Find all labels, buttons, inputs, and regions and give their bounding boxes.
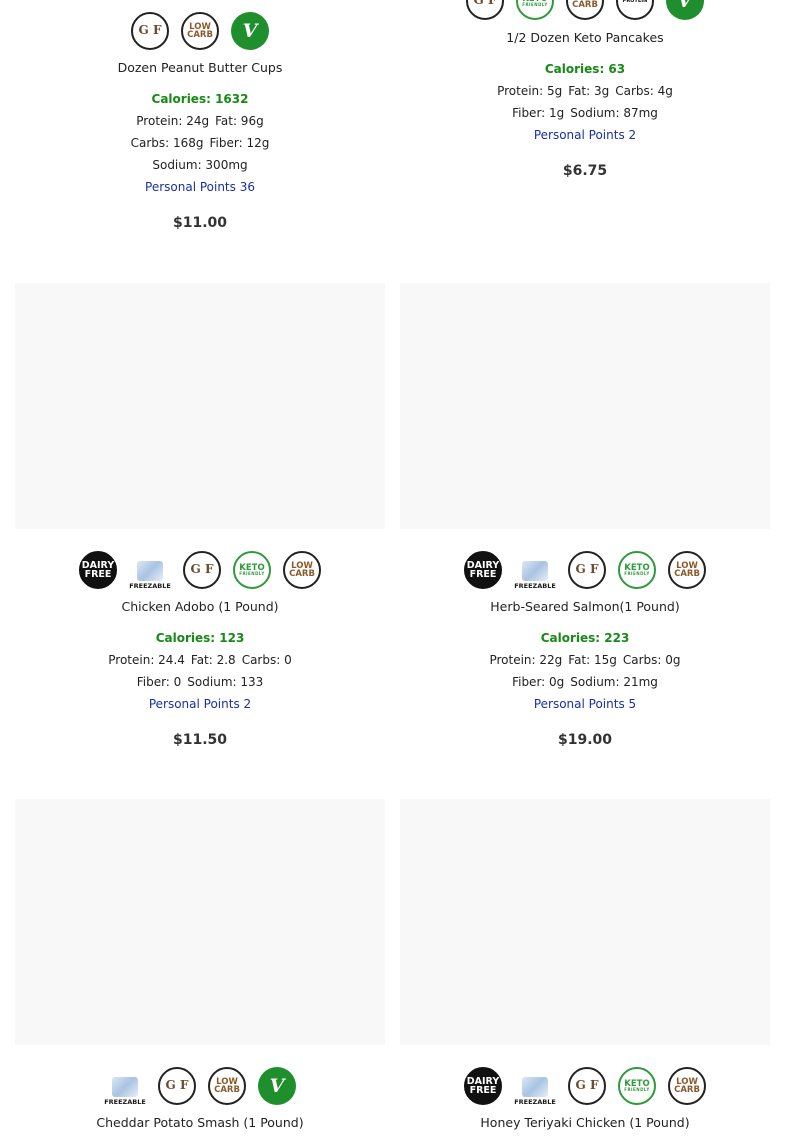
product-name[interactable]: Herb-Seared Salmon(1 Pound) xyxy=(400,599,770,615)
nutrient: Sodium: 87mg xyxy=(570,106,658,120)
nutrient: Protein: 5g xyxy=(497,84,563,98)
nutrient: Protein: 22g xyxy=(489,653,563,667)
nutrient: Fiber: 0g xyxy=(512,675,565,689)
product-image[interactable] xyxy=(15,799,385,1045)
gluten-free-icon: G F xyxy=(568,1067,606,1105)
freezable-icon: FREEZABLE xyxy=(104,1067,146,1105)
calories-text: Calories: 223 xyxy=(540,631,630,645)
nutrient: Fiber: 0 xyxy=(136,675,182,689)
nutrition-line: Fiber: 0g Sodium: 21mg xyxy=(400,674,770,696)
diet-badges: DAIRY FREE FREEZABLE G F KETO FRIENDLY LOW CARB xyxy=(15,551,385,589)
low-carb-icon: LOWCARB xyxy=(208,1067,246,1105)
gluten-free-icon: G F xyxy=(158,1067,196,1105)
nutrient: Protein: 24g xyxy=(136,114,210,128)
keto-friendly-icon: KETOFRIENDLY xyxy=(233,551,271,589)
personal-points: Personal Points 5 xyxy=(533,697,637,711)
calories-text: Calories: 1632 xyxy=(151,92,249,106)
dairy-free-icon: DAIRY FREE xyxy=(79,551,117,589)
low-carb-icon: LOWCARB xyxy=(181,12,219,50)
nutrition-line: Protein: 5g Fat: 3g Carbs: 4g xyxy=(400,83,770,105)
product-card[interactable]: FREEZABLE G F LOW CARB V Cheddar Potato Smas… xyxy=(15,799,385,1146)
nutrient: Carbs: 0g xyxy=(622,653,681,667)
diet-badges: G F KETOFRIENDLY LOWCARB PROTEIN V xyxy=(400,0,770,20)
product-name[interactable]: 1/2 Dozen Keto Pancakes xyxy=(400,30,770,46)
price: $11.00 xyxy=(172,215,228,231)
product-card[interactable]: G F LOW CARB V Dozen Peanut Butter Cups Cal… xyxy=(15,12,385,233)
nutrient: Protein: 24.4 xyxy=(108,653,185,667)
nutrient: Fiber: 1g xyxy=(512,106,565,120)
nutrient: Fat: 2.8 xyxy=(190,653,236,667)
nutrition-line: Sodium: 300mg xyxy=(15,157,385,179)
product-card[interactable]: DAIRY FREE FREEZABLE G F KETO FRIENDLY LOW CARB… xyxy=(400,283,770,750)
product-image[interactable] xyxy=(15,283,385,529)
freezable-icon: FREEZABLE xyxy=(129,551,171,589)
nutrient: Sodium: 21mg xyxy=(570,675,658,689)
nutrient: Carbs: 4g xyxy=(615,84,673,98)
dairy-free-icon: DAIRY FREE xyxy=(464,551,502,589)
nutrient: Carbs: 168g xyxy=(130,136,204,150)
nutrient: Fat: 96g xyxy=(215,114,264,128)
keto-friendly-icon: KETOFRIENDLY xyxy=(516,0,554,20)
nutrition-line: Protein: 22g Fat: 15g Carbs: 0g xyxy=(400,652,770,674)
freezable-icon: FREEZABLE xyxy=(514,551,556,589)
price: $11.50 xyxy=(172,732,228,748)
price: $19.00 xyxy=(557,732,613,748)
dairy-free-icon: DAIRY FREE xyxy=(464,1067,502,1105)
nutrition-line: Fiber: 1g Sodium: 87mg xyxy=(400,105,770,127)
nutrition-line: Protein: 24g Fat: 96g xyxy=(15,113,385,135)
vegan-icon: V xyxy=(666,0,704,20)
product-image[interactable] xyxy=(400,799,770,1045)
calories-text: Calories: 63 xyxy=(544,62,626,76)
product-name[interactable]: Chicken Adobo (1 Pound) xyxy=(15,599,385,615)
product-grid: G F LOW CARB V Dozen Peanut Butter Cups Cal… xyxy=(0,0,785,1146)
diet-badges: G F LOW CARB V xyxy=(15,12,385,50)
nutrition-line: Fiber: 0 Sodium: 133 xyxy=(15,674,385,696)
product-name[interactable]: Dozen Peanut Butter Cups xyxy=(15,60,385,76)
nutrient: Sodium: 133 xyxy=(187,675,264,689)
nutrient: Fat: 3g xyxy=(568,84,610,98)
nutrition-line: Carbs: 168g Fiber: 12g xyxy=(15,135,385,157)
personal-points: Personal Points 2 xyxy=(533,128,637,142)
nutrition-line: Protein: 24.4 Fat: 2.8 Carbs: 0 xyxy=(15,652,385,674)
nutrient: Sodium: 300mg xyxy=(152,158,248,172)
high-protein-icon: PROTEIN xyxy=(616,0,654,20)
low-carb-icon: LOWCARB xyxy=(283,551,321,589)
nutrient: Fat: 15g xyxy=(568,653,617,667)
gluten-free-icon: G F xyxy=(183,551,221,589)
diet-badges: DAIRY FREE FREEZABLE G F KETO FRIENDLY LOW CARB xyxy=(400,551,770,589)
price: $6.75 xyxy=(562,163,608,179)
gluten-free-icon: G F xyxy=(568,551,606,589)
keto-friendly-icon: KETOFRIENDLY xyxy=(618,551,656,589)
keto-friendly-icon: KETOFRIENDLY xyxy=(618,1067,656,1105)
product-name[interactable]: Cheddar Potato Smash (1 Pound) xyxy=(15,1115,385,1131)
product-card[interactable]: G F KETOFRIENDLY LOWCARB PROTEIN V 1/2 Dozen… xyxy=(400,0,770,181)
low-carb-icon: LOWCARB xyxy=(668,1067,706,1105)
vegan-icon: V xyxy=(258,1067,296,1105)
product-card[interactable]: DAIRY FREE FREEZABLE G F KETO FRIENDLY LOW CARB… xyxy=(400,799,770,1146)
diet-badges: FREEZABLE G F LOW CARB V xyxy=(15,1067,385,1105)
gluten-free-icon: G F xyxy=(131,12,169,50)
vegan-icon: V xyxy=(231,12,269,50)
diet-badges: DAIRY FREE FREEZABLE G F KETO FRIENDLY LOW CARB xyxy=(400,1067,770,1105)
personal-points: Personal Points 36 xyxy=(145,180,255,194)
gluten-free-icon: G F xyxy=(466,0,504,20)
freezable-icon: FREEZABLE xyxy=(514,1067,556,1105)
product-name[interactable]: Honey Teriyaki Chicken (1 Pound) xyxy=(400,1115,770,1131)
low-carb-icon: LOWCARB xyxy=(668,551,706,589)
personal-points: Personal Points 2 xyxy=(148,697,252,711)
nutrient: Fiber: 12g xyxy=(209,136,270,150)
calories-text: Calories: 123 xyxy=(155,631,245,645)
nutrient: Carbs: 0 xyxy=(241,653,292,667)
low-carb-icon: LOWCARB xyxy=(566,0,604,20)
product-image[interactable] xyxy=(400,283,770,529)
product-card[interactable]: DAIRY FREE FREEZABLE G F KETO FRIENDLY LOW CARB… xyxy=(15,283,385,750)
